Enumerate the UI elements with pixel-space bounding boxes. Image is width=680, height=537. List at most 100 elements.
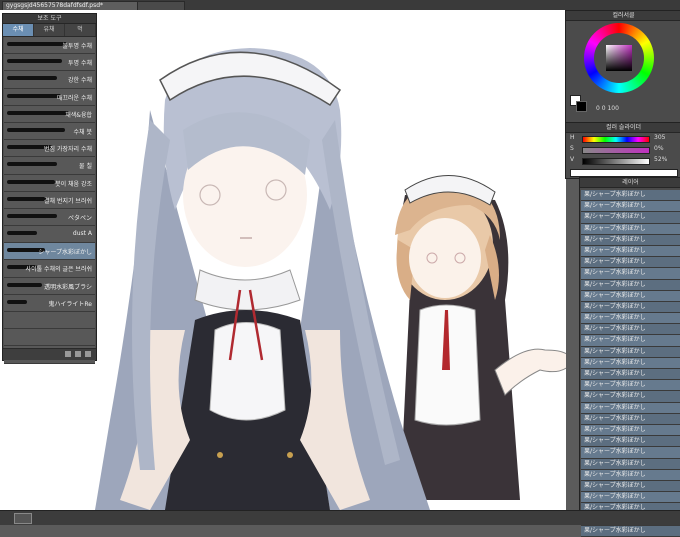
brush-item[interactable]: 불투명 수채 [4, 37, 95, 55]
layer-row[interactable]: 果/シャープ水彩ぼかし [581, 469, 680, 481]
saturation-value-square[interactable] [606, 45, 632, 71]
hue-slider-value: 305 [654, 134, 666, 141]
brush-item[interactable] [4, 312, 95, 330]
layer-row[interactable]: 果/シャープ水彩ぼかし [581, 268, 680, 280]
layer-row[interactable]: 果/シャープ水彩ぼかし [581, 380, 680, 392]
brush-item[interactable]: 채색&융합 [4, 105, 95, 123]
brush-panel-title: 보조 도구 [3, 14, 96, 24]
saturation-slider-track[interactable] [582, 147, 650, 154]
duplicate-icon[interactable] [75, 351, 81, 357]
saturation-slider-label: S [570, 145, 574, 152]
brush-item-label: 鬼ハイライトRe [48, 300, 92, 308]
brush-item-label: dust A [72, 230, 92, 238]
brush-panel-footer [3, 348, 96, 360]
sub-color-swatch[interactable] [576, 101, 587, 112]
brush-stroke-preview [7, 213, 57, 218]
brush-item-label: 수채 붓 [73, 128, 92, 136]
brush-category-tabs: 수채 유채 먹 [3, 24, 96, 37]
layer-row[interactable]: 果/シャープ水彩ぼかし [581, 245, 680, 258]
brush-item-label: 불투명 수채 [62, 43, 92, 50]
layer-row[interactable]: 果/シャープ水彩ぼかし [581, 301, 680, 314]
settings-icon[interactable] [65, 351, 71, 357]
brush-stroke-preview [7, 110, 69, 115]
brush-item[interactable]: dust A [4, 226, 95, 244]
document-tab-2[interactable] [137, 1, 185, 10]
brush-item-label: 결채 번지기 브러쉬 [44, 197, 92, 205]
hue-slider-track[interactable] [582, 136, 650, 143]
brush-item[interactable]: 사이툴 수채의 글은 브러쉬 [4, 260, 95, 278]
layer-row[interactable]: 果/シャープ水彩ぼかし [581, 357, 680, 369]
layer-row[interactable]: 果/シャープ水彩ぼかし [581, 480, 680, 493]
status-bar [0, 510, 680, 525]
brush-item-label: ペタペン [67, 214, 92, 222]
layer-row[interactable]: 果/シャープ水彩ぼかし [581, 324, 680, 336]
brush-stroke-preview [7, 59, 62, 64]
brush-stroke-preview [7, 162, 57, 167]
brush-item[interactable]: 투명 수채 [4, 54, 95, 72]
layer-row[interactable]: 果/シャープ水彩ぼかし [581, 223, 680, 235]
navigator-toggle-icon[interactable] [14, 513, 32, 524]
current-color-bar [570, 169, 678, 177]
layer-row[interactable]: 果/シャープ水彩ぼかし [581, 190, 680, 202]
brush-item-label: 물 칠 [79, 163, 92, 171]
layer-row[interactable]: 果/シャープ水彩ぼかし [581, 257, 680, 269]
value-slider-track[interactable] [582, 158, 650, 165]
document-tab[interactable]: gygsgsjd45657578dafdfsdf.psd* [2, 1, 140, 10]
brush-item[interactable]: 번짐 가장자리 수채 [4, 140, 95, 158]
layer-row[interactable]: 果/シャープ水彩ぼかし [581, 492, 680, 504]
hue-ring-inner [594, 33, 644, 83]
layer-row[interactable]: 果/シャープ水彩ぼかし [581, 402, 680, 414]
brush-stroke-preview [7, 127, 65, 132]
layer-row[interactable]: 果/シャープ水彩ぼかし [581, 335, 680, 347]
brush-stroke-preview [7, 231, 37, 236]
layer-row[interactable]: 果/シャープ水彩ぼかし [581, 424, 680, 437]
brush-tool-panel: 보조 도구 수채 유채 먹 불투명 수채투명 수채 강한 수채매끄러운 수채채색&… [2, 13, 97, 364]
brush-item[interactable]: 透明水彩風ブラシ [4, 277, 95, 295]
layer-row[interactable]: 果/シャープ水彩ぼかし [581, 234, 680, 246]
brush-item[interactable]: シャープ水彩ぼかし [4, 243, 95, 261]
color-slider-panel: 컬러 슬라이더 H 305 S 0% V 52% [565, 122, 680, 179]
layer-row[interactable]: 果/シャープ水彩ぼかし [581, 279, 680, 291]
brush-item[interactable]: ペタペン [4, 208, 95, 227]
layer-row[interactable]: 果/シャープ水彩ぼかし [581, 313, 680, 325]
layer-list: 果/シャープ水彩ぼかし 果/シャープ水彩ぼかし 果/シャープ水彩ぼかし 果/シャープ水… [581, 190, 680, 537]
brush-item[interactable]: 붓이 채움 강조 [4, 174, 95, 192]
layer-row[interactable]: 果/シャープ水彩ぼかし [581, 525, 680, 537]
brush-item[interactable]: 鬼ハイライトRe [4, 294, 95, 312]
layer-panel: 레이어 果/シャープ水彩ぼかし 果/シャープ水彩ぼかし 果/シャープ水彩ぼかし 果/シ… [579, 177, 680, 537]
layer-row[interactable]: 果/シャープ水彩ぼかし [581, 369, 680, 381]
brush-stroke-preview [7, 299, 27, 304]
layer-row[interactable]: 果/シャープ水彩ぼかし [581, 346, 680, 358]
trash-icon[interactable] [85, 351, 91, 357]
tab-oil[interactable]: 유채 [34, 24, 65, 36]
color-wheel-title: 컬러서클 [566, 11, 680, 21]
layer-row[interactable]: 果/シャープ水彩ぼかし [581, 436, 680, 448]
value-slider-label: V [570, 156, 575, 163]
brush-item-label: 번짐 가장자리 수채 [44, 146, 92, 154]
tab-ink[interactable]: 먹 [65, 24, 96, 36]
layer-row[interactable]: 果/シャープ水彩ぼかし [581, 391, 680, 403]
layer-row[interactable]: 果/シャープ水彩ぼかし [581, 458, 680, 470]
layer-row[interactable]: 果/シャープ水彩ぼかし [581, 290, 680, 302]
color-wheel-panel: 컬러서클 0 0 100 [565, 10, 680, 124]
layer-row[interactable]: 果/シャープ水彩ぼかし [581, 201, 680, 213]
hue-ring[interactable] [584, 23, 654, 93]
brush-item[interactable]: 강한 수채 [4, 71, 95, 89]
background-character [395, 175, 566, 500]
brush-item[interactable]: 매끄러운 수채 [4, 88, 95, 106]
tab-watercolor[interactable]: 수채 [3, 24, 34, 36]
brush-item[interactable] [4, 329, 95, 347]
brush-stroke-preview [7, 42, 67, 46]
brush-item-label: 붓이 채움 강조 [55, 180, 92, 188]
layer-row[interactable]: 果/シャープ水彩ぼかし [581, 413, 680, 425]
brush-item-label: 사이툴 수채의 글은 브러쉬 [25, 266, 92, 274]
color-slider-title: 컬러 슬라이더 [566, 123, 680, 133]
layer-row[interactable]: 果/シャープ水彩ぼかし [581, 212, 680, 224]
brush-item[interactable]: 결채 번지기 브러쉬 [4, 191, 95, 209]
hsv-readout: 0 0 100 [596, 105, 619, 112]
brush-stroke-preview [7, 179, 55, 184]
layer-row[interactable]: 果/シャープ水彩ぼかし [581, 447, 680, 459]
brush-item[interactable]: 물 칠 [4, 157, 95, 175]
brush-item-label: 매끄러운 수채 [56, 94, 92, 102]
brush-item[interactable]: 수채 붓 [4, 122, 95, 141]
